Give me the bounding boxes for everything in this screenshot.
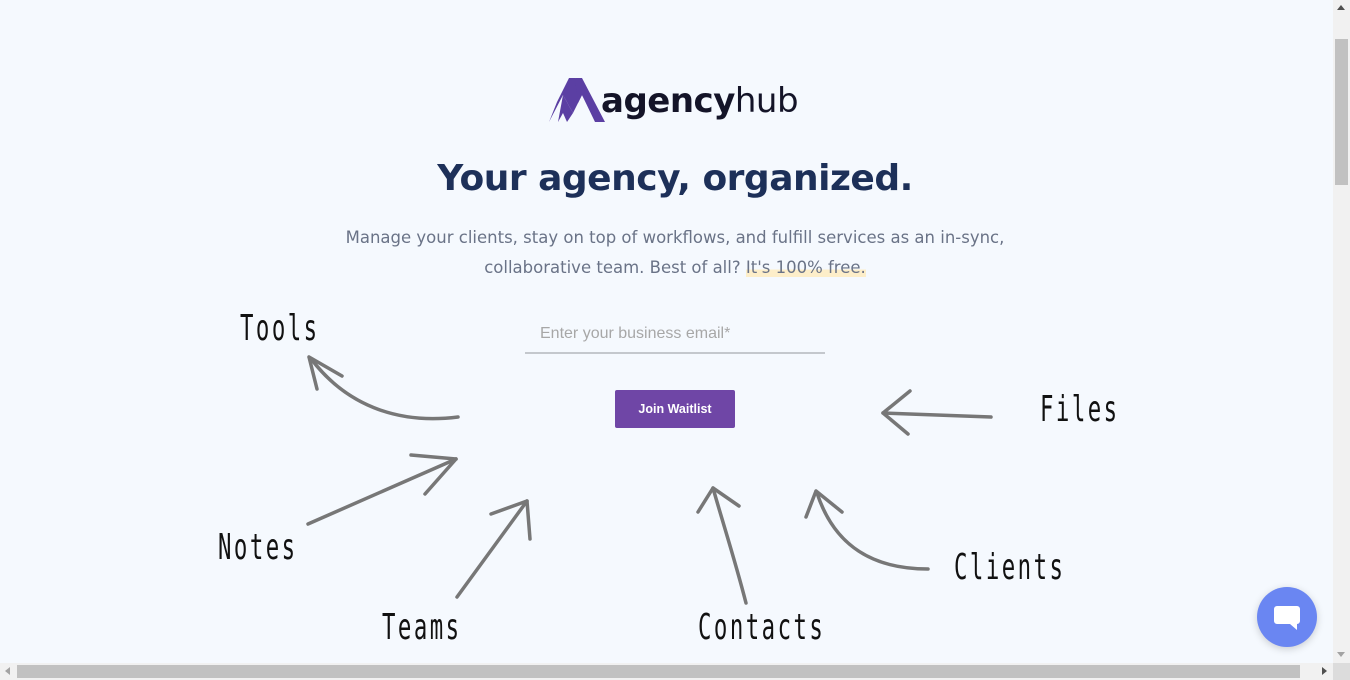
agencyhub-logo[interactable]: agencyhub bbox=[549, 74, 799, 124]
join-waitlist-button[interactable]: Join Waitlist bbox=[615, 390, 735, 428]
contacts-arrowhead bbox=[696, 486, 741, 514]
vertical-scrollbar[interactable] bbox=[1333, 0, 1350, 663]
scrollbar-corner bbox=[1333, 663, 1350, 680]
horizontal-scrollbar[interactable] bbox=[0, 663, 1333, 680]
logo-wordmark: agencyhub bbox=[601, 81, 799, 121]
clients-arrow bbox=[815, 491, 930, 571]
vertical-scroll-thumb[interactable] bbox=[1335, 39, 1348, 185]
files-arrow bbox=[881, 411, 993, 419]
scroll-left-icon[interactable] bbox=[5, 667, 10, 675]
label-contacts: Contacts bbox=[698, 607, 826, 648]
tools-arrowhead bbox=[307, 355, 344, 391]
label-notes: Notes bbox=[218, 527, 298, 568]
teams-arrowhead bbox=[489, 499, 532, 541]
label-clients: Clients bbox=[954, 547, 1066, 588]
contacts-arrow bbox=[711, 486, 748, 605]
notes-arrowhead bbox=[409, 453, 458, 496]
logo-mountain-icon bbox=[549, 78, 605, 122]
scroll-up-icon[interactable] bbox=[1337, 5, 1345, 10]
scroll-right-icon[interactable] bbox=[1322, 667, 1327, 675]
logo-wordmark-bold: agency bbox=[601, 81, 735, 121]
files-arrowhead bbox=[881, 389, 912, 436]
scroll-down-icon[interactable] bbox=[1337, 652, 1345, 657]
subtitle-text: Manage your clients, stay on top of work… bbox=[345, 228, 1005, 277]
chat-widget-button[interactable] bbox=[1257, 587, 1317, 647]
subtitle-free-highlight: It's 100% free. bbox=[745, 258, 866, 277]
notes-arrow bbox=[306, 457, 458, 526]
clients-arrowhead bbox=[804, 489, 844, 519]
label-files: Files bbox=[1040, 389, 1120, 430]
label-teams: Teams bbox=[382, 607, 462, 648]
logo-wordmark-light: hub bbox=[734, 81, 799, 121]
chat-bubble-icon bbox=[1274, 606, 1300, 630]
hero-subtitle: Manage your clients, stay on top of work… bbox=[325, 223, 1025, 283]
page-viewport: agencyhub Your agency, organized. Manage… bbox=[0, 0, 1333, 663]
horizontal-scroll-thumb[interactable] bbox=[17, 665, 1300, 678]
page-headline: Your agency, organized. bbox=[437, 158, 913, 199]
teams-arrow bbox=[455, 499, 529, 599]
tools-arrow bbox=[310, 358, 460, 421]
business-email-input[interactable] bbox=[525, 316, 825, 354]
label-tools: Tools bbox=[240, 308, 320, 349]
